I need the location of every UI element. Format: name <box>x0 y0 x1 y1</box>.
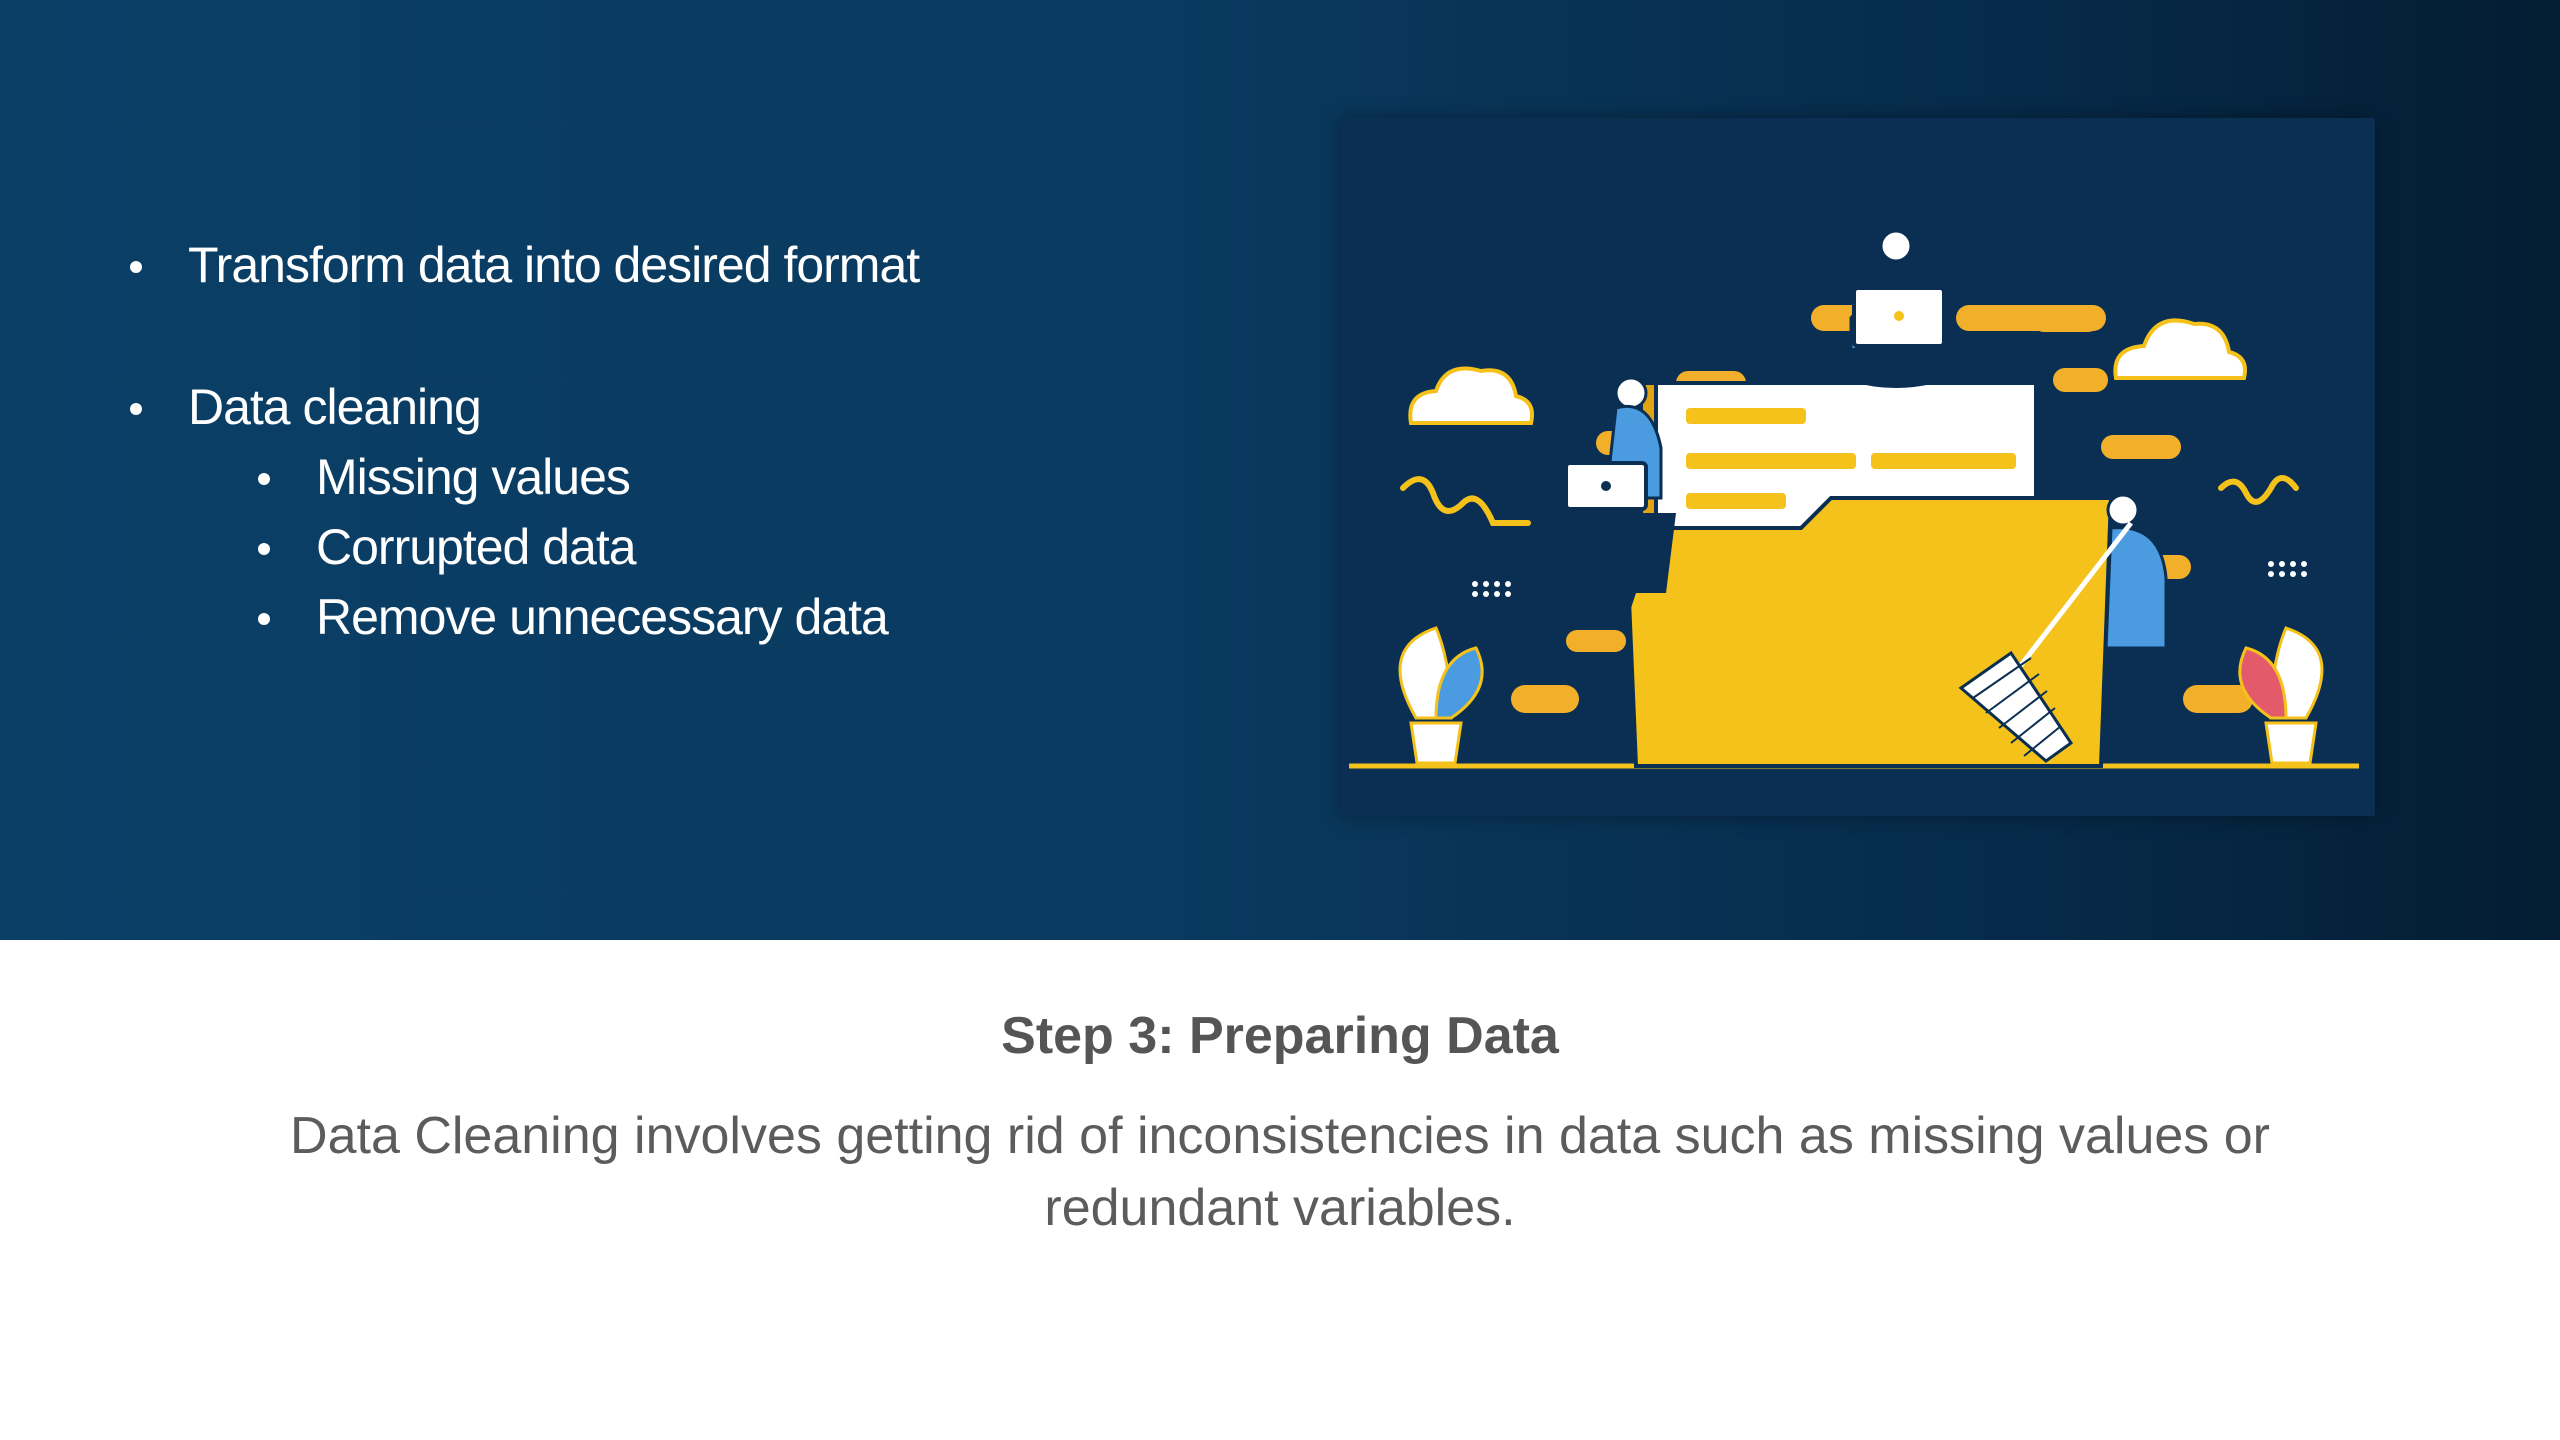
cloud-right-icon <box>2113 318 2247 380</box>
bullet-list: Transform data into desired format Data … <box>130 230 1230 652</box>
bullet-transform: Transform data into desired format <box>130 230 1230 300</box>
slide-area: Transform data into desired format Data … <box>0 0 2560 940</box>
plant-left-icon <box>1398 626 1484 765</box>
cloud-left-icon <box>1408 366 1534 425</box>
bullet-data-cleaning: Data cleaning <box>130 372 1230 442</box>
plant-right-icon <box>2238 626 2324 765</box>
data-cleaning-illustration <box>1341 118 2375 816</box>
bullet-missing-values: Missing values <box>258 442 1230 512</box>
dots-left-icon <box>1472 581 1511 597</box>
bullet-remove-unnecessary: Remove unnecessary data <box>258 582 1230 652</box>
dots-right-icon <box>2268 561 2307 577</box>
squiggle-left-icon <box>1400 476 1531 526</box>
bullet-corrupted-data: Corrupted data <box>258 512 1230 582</box>
squiggle-right-icon <box>2218 475 2299 505</box>
caption-area: Step 3: Preparing Data Data Cleaning inv… <box>0 940 2560 1440</box>
caption-title: Step 3: Preparing Data <box>1001 1007 1559 1065</box>
caption-text: Data Cleaning involves getting rid of in… <box>290 1107 2270 1237</box>
